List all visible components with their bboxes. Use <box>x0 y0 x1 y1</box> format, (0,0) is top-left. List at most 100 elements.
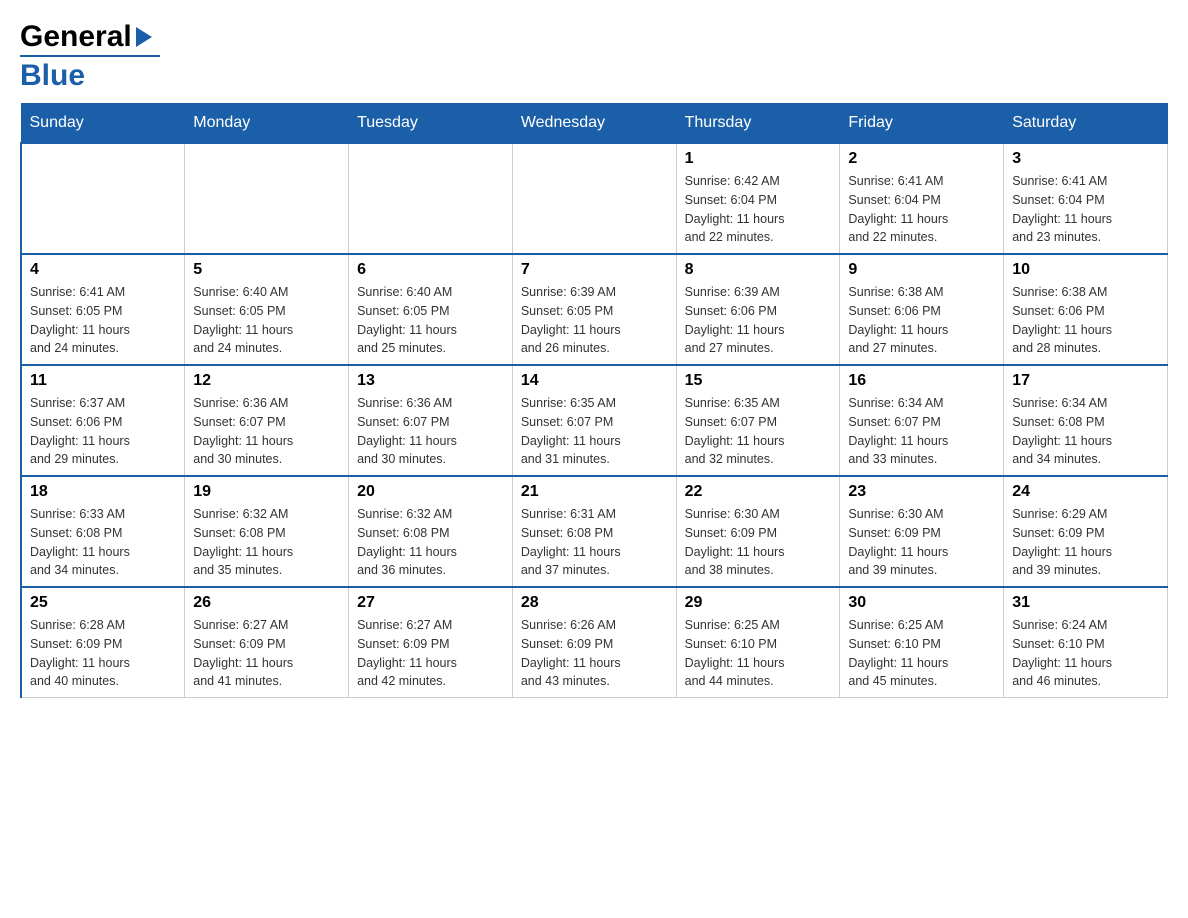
day-info: Sunrise: 6:31 AM Sunset: 6:08 PM Dayligh… <box>521 505 668 580</box>
day-info: Sunrise: 6:39 AM Sunset: 6:05 PM Dayligh… <box>521 283 668 358</box>
day-info: Sunrise: 6:41 AM Sunset: 6:05 PM Dayligh… <box>30 283 176 358</box>
day-number: 13 <box>357 372 504 390</box>
calendar-cell: 1 Sunrise: 6:42 AM Sunset: 6:04 PM Daylig… <box>676 143 840 254</box>
calendar-table: SundayMondayTuesdayWednesdayThursdayFrid… <box>20 103 1168 698</box>
page-header: General Blue <box>20 20 1168 93</box>
calendar-cell: 27Sunrise: 6:27 AM Sunset: 6:09 PM Dayli… <box>349 587 513 698</box>
logo-underline <box>20 55 160 57</box>
day-info: Sunrise: 6:40 AM Sunset: 6:05 PM Dayligh… <box>193 283 340 358</box>
calendar-cell: 2 Sunrise: 6:41 AM Sunset: 6:04 PM Daylig… <box>840 143 1004 254</box>
day-info: Sunrise: 6:35 AM Sunset: 6:07 PM Dayligh… <box>521 394 668 469</box>
calendar-cell: 20 Sunrise: 6:32 AM Sunset: 6:08 PM Dayli… <box>349 476 513 587</box>
day-info: Sunrise: 6:33 AM Sunset: 6:08 PM Dayligh… <box>30 505 176 580</box>
day-number: 9 <box>848 261 995 279</box>
day-info: Sunrise: 6:27 AM Sunset: 6:09 PM Dayligh… <box>193 616 340 691</box>
day-number: 10 <box>1012 261 1159 279</box>
calendar-cell: 25 Sunrise: 6:28 AM Sunset: 6:09 PM Dayli… <box>21 587 185 698</box>
day-info: Sunrise: 6:25 AM Sunset: 6:10 PM Dayligh… <box>848 616 995 691</box>
logo: General Blue <box>20 20 160 93</box>
day-number: 21 <box>521 483 668 501</box>
header-monday: Monday <box>185 104 349 144</box>
day-info: Sunrise: 6:39 AM Sunset: 6:06 PM Dayligh… <box>685 283 832 358</box>
calendar-week-row: 11 Sunrise: 6:37 AM Sunset: 6:06 PM Dayli… <box>21 365 1168 476</box>
header-sunday: Sunday <box>21 104 185 144</box>
calendar-week-row: 4 Sunrise: 6:41 AM Sunset: 6:05 PM Daylig… <box>21 254 1168 365</box>
calendar-cell: 30 Sunrise: 6:25 AM Sunset: 6:10 PM Dayli… <box>840 587 1004 698</box>
day-number: 16 <box>848 372 995 390</box>
day-info: Sunrise: 6:28 AM Sunset: 6:09 PM Dayligh… <box>30 616 176 691</box>
day-number: 17 <box>1012 372 1159 390</box>
calendar-cell: 10 Sunrise: 6:38 AM Sunset: 6:06 PM Dayli… <box>1004 254 1168 365</box>
calendar-cell: 13 Sunrise: 6:36 AM Sunset: 6:07 PM Dayli… <box>349 365 513 476</box>
day-info: Sunrise: 6:41 AM Sunset: 6:04 PM Dayligh… <box>848 172 995 247</box>
day-number: 29 <box>685 594 832 612</box>
day-number: 30 <box>848 594 995 612</box>
calendar-week-row: 25 Sunrise: 6:28 AM Sunset: 6:09 PM Dayli… <box>21 587 1168 698</box>
header-saturday: Saturday <box>1004 104 1168 144</box>
calendar-header-row: SundayMondayTuesdayWednesdayThursdayFrid… <box>21 104 1168 144</box>
day-number: 26 <box>193 594 340 612</box>
calendar-cell: 17 Sunrise: 6:34 AM Sunset: 6:08 PM Dayli… <box>1004 365 1168 476</box>
calendar-cell: 24 Sunrise: 6:29 AM Sunset: 6:09 PM Dayli… <box>1004 476 1168 587</box>
calendar-cell <box>21 143 185 254</box>
day-number: 20 <box>357 483 504 501</box>
calendar-cell: 23 Sunrise: 6:30 AM Sunset: 6:09 PM Dayli… <box>840 476 1004 587</box>
logo-general-text: General <box>20 20 132 54</box>
header-tuesday: Tuesday <box>349 104 513 144</box>
calendar-cell: 19Sunrise: 6:32 AM Sunset: 6:08 PM Dayli… <box>185 476 349 587</box>
calendar-week-row: 18 Sunrise: 6:33 AM Sunset: 6:08 PM Dayli… <box>21 476 1168 587</box>
day-number: 4 <box>30 261 176 279</box>
day-info: Sunrise: 6:27 AM Sunset: 6:09 PM Dayligh… <box>357 616 504 691</box>
day-number: 5 <box>193 261 340 279</box>
day-number: 18 <box>30 483 176 501</box>
day-number: 2 <box>848 150 995 168</box>
day-info: Sunrise: 6:35 AM Sunset: 6:07 PM Dayligh… <box>685 394 832 469</box>
calendar-cell <box>349 143 513 254</box>
header-friday: Friday <box>840 104 1004 144</box>
day-number: 28 <box>521 594 668 612</box>
day-info: Sunrise: 6:34 AM Sunset: 6:08 PM Dayligh… <box>1012 394 1159 469</box>
logo-blue-label: Blue <box>20 59 85 93</box>
day-info: Sunrise: 6:38 AM Sunset: 6:06 PM Dayligh… <box>1012 283 1159 358</box>
day-number: 19 <box>193 483 340 501</box>
calendar-cell: 11 Sunrise: 6:37 AM Sunset: 6:06 PM Dayli… <box>21 365 185 476</box>
day-number: 25 <box>30 594 176 612</box>
day-info: Sunrise: 6:40 AM Sunset: 6:05 PM Dayligh… <box>357 283 504 358</box>
calendar-cell: 3 Sunrise: 6:41 AM Sunset: 6:04 PM Daylig… <box>1004 143 1168 254</box>
day-info: Sunrise: 6:30 AM Sunset: 6:09 PM Dayligh… <box>848 505 995 580</box>
calendar-cell <box>512 143 676 254</box>
day-info: Sunrise: 6:42 AM Sunset: 6:04 PM Dayligh… <box>685 172 832 247</box>
calendar-cell: 29Sunrise: 6:25 AM Sunset: 6:10 PM Dayli… <box>676 587 840 698</box>
calendar-cell: 6Sunrise: 6:40 AM Sunset: 6:05 PM Daylig… <box>349 254 513 365</box>
day-number: 12 <box>193 372 340 390</box>
day-number: 1 <box>685 150 832 168</box>
day-info: Sunrise: 6:36 AM Sunset: 6:07 PM Dayligh… <box>357 394 504 469</box>
day-number: 3 <box>1012 150 1159 168</box>
day-info: Sunrise: 6:38 AM Sunset: 6:06 PM Dayligh… <box>848 283 995 358</box>
header-thursday: Thursday <box>676 104 840 144</box>
day-info: Sunrise: 6:24 AM Sunset: 6:10 PM Dayligh… <box>1012 616 1159 691</box>
day-info: Sunrise: 6:32 AM Sunset: 6:08 PM Dayligh… <box>357 505 504 580</box>
day-number: 24 <box>1012 483 1159 501</box>
day-info: Sunrise: 6:41 AM Sunset: 6:04 PM Dayligh… <box>1012 172 1159 247</box>
calendar-cell: 8Sunrise: 6:39 AM Sunset: 6:06 PM Daylig… <box>676 254 840 365</box>
day-info: Sunrise: 6:26 AM Sunset: 6:09 PM Dayligh… <box>521 616 668 691</box>
day-number: 23 <box>848 483 995 501</box>
day-info: Sunrise: 6:37 AM Sunset: 6:06 PM Dayligh… <box>30 394 176 469</box>
calendar-cell: 7 Sunrise: 6:39 AM Sunset: 6:05 PM Daylig… <box>512 254 676 365</box>
day-number: 31 <box>1012 594 1159 612</box>
calendar-cell: 21 Sunrise: 6:31 AM Sunset: 6:08 PM Dayli… <box>512 476 676 587</box>
logo-arrow-icon <box>136 27 152 47</box>
day-number: 7 <box>521 261 668 279</box>
calendar-week-row: 1 Sunrise: 6:42 AM Sunset: 6:04 PM Daylig… <box>21 143 1168 254</box>
calendar-cell: 15Sunrise: 6:35 AM Sunset: 6:07 PM Dayli… <box>676 365 840 476</box>
calendar-cell: 5 Sunrise: 6:40 AM Sunset: 6:05 PM Daylig… <box>185 254 349 365</box>
calendar-cell: 26 Sunrise: 6:27 AM Sunset: 6:09 PM Dayli… <box>185 587 349 698</box>
day-number: 11 <box>30 372 176 390</box>
day-info: Sunrise: 6:29 AM Sunset: 6:09 PM Dayligh… <box>1012 505 1159 580</box>
day-info: Sunrise: 6:36 AM Sunset: 6:07 PM Dayligh… <box>193 394 340 469</box>
calendar-cell: 16Sunrise: 6:34 AM Sunset: 6:07 PM Dayli… <box>840 365 1004 476</box>
calendar-cell: 28 Sunrise: 6:26 AM Sunset: 6:09 PM Dayli… <box>512 587 676 698</box>
header-wednesday: Wednesday <box>512 104 676 144</box>
calendar-cell: 22Sunrise: 6:30 AM Sunset: 6:09 PM Dayli… <box>676 476 840 587</box>
